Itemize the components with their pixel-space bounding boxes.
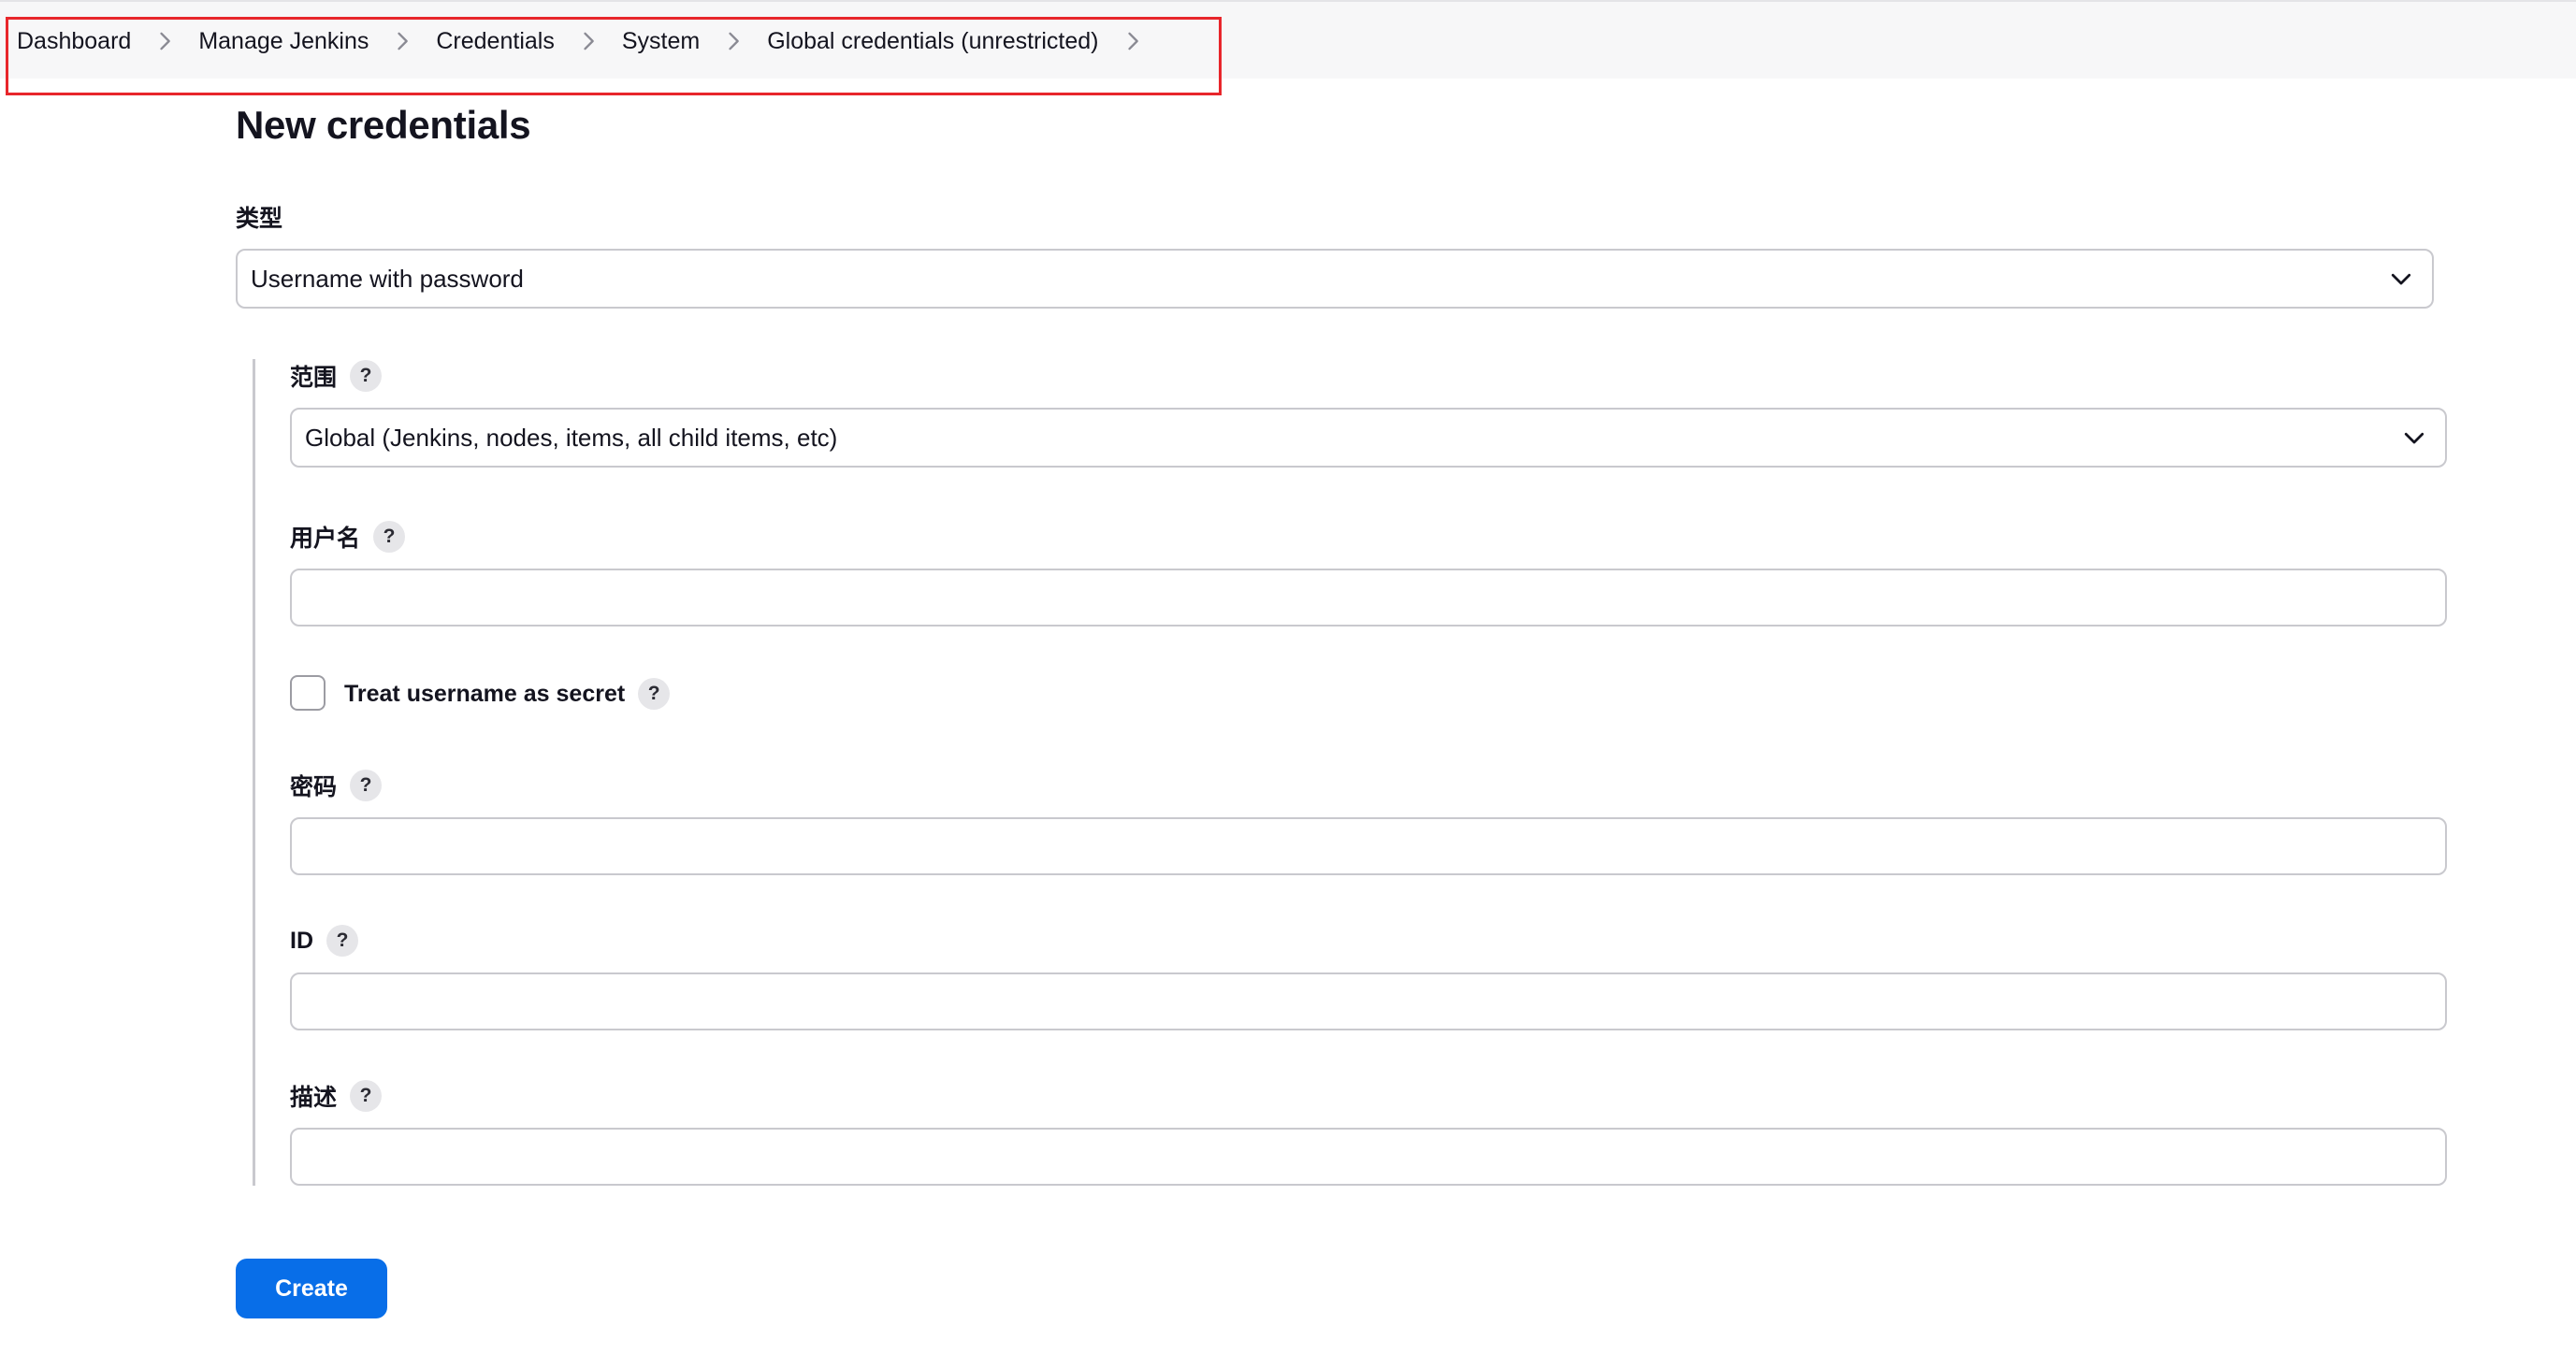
breadcrumb-global-credentials[interactable]: Global credentials (unrestricted) (767, 28, 1098, 55)
breadcrumb: Dashboard Manage Jenkins Credentials Sys… (17, 26, 1166, 56)
kind-select-value: Username with password (251, 264, 524, 293)
password-input[interactable] (290, 817, 2447, 875)
username-help-icon[interactable]: ? (373, 521, 406, 553)
chevron-right-icon[interactable] (720, 28, 746, 54)
chevron-down-icon (2400, 424, 2428, 452)
scope-help-icon[interactable]: ? (350, 360, 383, 392)
id-help-icon[interactable]: ? (326, 925, 358, 957)
username-secret-label: Treat username as secret ? (344, 677, 671, 711)
chevron-right-icon[interactable] (152, 28, 178, 54)
username-secret-help-icon[interactable]: ? (638, 678, 671, 710)
description-help-icon[interactable]: ? (350, 1080, 383, 1112)
scope-label: 范围 ? (290, 359, 383, 393)
breadcrumb-dashboard[interactable]: Dashboard (17, 28, 131, 55)
password-label-text: 密码 (290, 774, 338, 800)
section-divider (253, 359, 255, 1186)
username-secret-label-text: Treat username as secret (344, 680, 626, 707)
chevron-right-icon[interactable] (575, 28, 601, 54)
create-button[interactable]: Create (236, 1259, 387, 1318)
description-label-text: 描述 (290, 1085, 338, 1111)
breadcrumb-system[interactable]: System (622, 28, 700, 55)
username-secret-checkbox[interactable] (290, 675, 326, 711)
password-help-icon[interactable]: ? (350, 770, 383, 801)
id-label-text: ID (290, 927, 313, 954)
chevron-down-icon (2387, 265, 2415, 293)
page-title: New credentials (236, 103, 531, 147)
kind-select[interactable]: Username with password (236, 249, 2434, 309)
username-label: 用户名 ? (290, 520, 406, 554)
scope-select[interactable]: Global (Jenkins, nodes, items, all child… (290, 408, 2447, 468)
top-bar: Dashboard Manage Jenkins Credentials Sys… (0, 0, 2576, 79)
breadcrumb-manage-jenkins[interactable]: Manage Jenkins (198, 28, 369, 55)
id-input[interactable] (290, 972, 2447, 1030)
description-label: 描述 ? (290, 1079, 383, 1113)
username-label-text: 用户名 (290, 526, 361, 552)
description-input[interactable] (290, 1128, 2447, 1186)
password-label: 密码 ? (290, 769, 383, 802)
kind-label: 类型 (236, 200, 282, 234)
chevron-right-icon[interactable] (1120, 28, 1146, 54)
username-input[interactable] (290, 569, 2447, 627)
scope-select-value: Global (Jenkins, nodes, items, all child… (305, 423, 838, 452)
scope-label-text: 范围 (290, 365, 338, 391)
kind-label-text: 类型 (236, 206, 283, 232)
chevron-right-icon[interactable] (389, 28, 415, 54)
id-label: ID ? (290, 924, 358, 958)
breadcrumb-credentials[interactable]: Credentials (436, 28, 554, 55)
